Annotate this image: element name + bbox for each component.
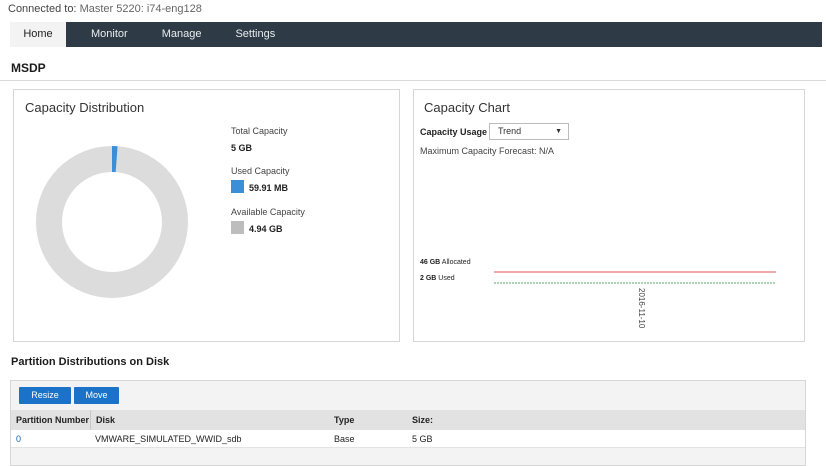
available-color-swatch bbox=[231, 221, 244, 234]
connection-status: Connected to: Master 5220: i74-eng128 bbox=[8, 3, 202, 15]
table-row[interactable]: 0 VMWARE_SIMULATED_WWID_sdb Base 5 GB bbox=[11, 430, 805, 448]
disk-cell: VMWARE_SIMULATED_WWID_sdb bbox=[95, 434, 242, 444]
chevron-down-icon: ▼ bbox=[555, 128, 562, 135]
resize-button[interactable]: Resize bbox=[19, 387, 71, 404]
used-legend: 2 GB Used bbox=[420, 275, 455, 282]
capacity-usage-select[interactable]: Trend ▼ bbox=[489, 123, 569, 140]
used-capacity-value: 59.91 MB bbox=[249, 183, 289, 193]
connection-value: Master 5220: i74-eng128 bbox=[79, 3, 202, 15]
capacity-usage-label: Capacity Usage bbox=[420, 127, 488, 137]
panel-title: Capacity Chart bbox=[424, 100, 510, 115]
total-capacity-value: 5 GB bbox=[231, 143, 253, 153]
table-header: Partition Number Disk Type Size: bbox=[11, 410, 805, 430]
partitions-grid: Resize Move Partition Number Disk Type S… bbox=[10, 380, 806, 466]
forecast-text: Maximum Capacity Forecast: N/A bbox=[420, 146, 555, 156]
used-capacity-label: Used Capacity bbox=[231, 166, 290, 176]
tab-manage[interactable]: Manage bbox=[145, 22, 219, 47]
capacity-distribution-panel: Capacity Distribution Total Capacity 5 G… bbox=[13, 89, 400, 342]
used-label: Used bbox=[438, 275, 455, 282]
date-tick-label: 2016-11-10 bbox=[637, 288, 646, 329]
page-title: MSDP bbox=[11, 61, 46, 75]
tab-home[interactable]: Home bbox=[10, 22, 66, 47]
panel-title: Capacity Distribution bbox=[25, 100, 145, 115]
partitions-title: Partition Distributions on Disk bbox=[11, 356, 170, 368]
capacity-chart-panel: Capacity Chart Capacity Usage Trend ▼ Ma… bbox=[413, 89, 805, 342]
allocated-label: Allocated bbox=[441, 259, 471, 266]
total-capacity-label: Total Capacity bbox=[231, 126, 288, 136]
available-capacity-label: Available Capacity bbox=[231, 207, 305, 217]
allocated-legend: 46 GB Allocated bbox=[420, 259, 471, 266]
tab-monitor[interactable]: Monitor bbox=[74, 22, 145, 47]
divider bbox=[0, 80, 826, 81]
allocated-value: 46 GB bbox=[420, 259, 441, 266]
main-nav: Home Monitor Manage Settings bbox=[10, 22, 822, 47]
trend-chart: 2016-11-10 bbox=[494, 271, 776, 329]
donut-chart bbox=[36, 146, 188, 298]
tab-settings[interactable]: Settings bbox=[218, 22, 292, 47]
col-type[interactable]: Type bbox=[329, 410, 407, 430]
connection-label: Connected to: bbox=[8, 3, 77, 15]
type-cell: Base bbox=[334, 434, 355, 444]
used-value: 2 GB bbox=[420, 275, 437, 282]
col-partition-number[interactable]: Partition Number bbox=[11, 410, 89, 430]
size-cell: 5 GB bbox=[412, 434, 433, 444]
partition-number-cell[interactable]: 0 bbox=[11, 430, 89, 448]
col-disk[interactable]: Disk bbox=[90, 410, 328, 430]
col-size[interactable]: Size: bbox=[407, 410, 607, 430]
donut-available-segment bbox=[36, 146, 188, 298]
used-color-swatch bbox=[231, 180, 244, 193]
move-button[interactable]: Move bbox=[74, 387, 119, 404]
select-value: Trend bbox=[498, 126, 522, 136]
available-capacity-value: 4.94 GB bbox=[249, 224, 283, 234]
